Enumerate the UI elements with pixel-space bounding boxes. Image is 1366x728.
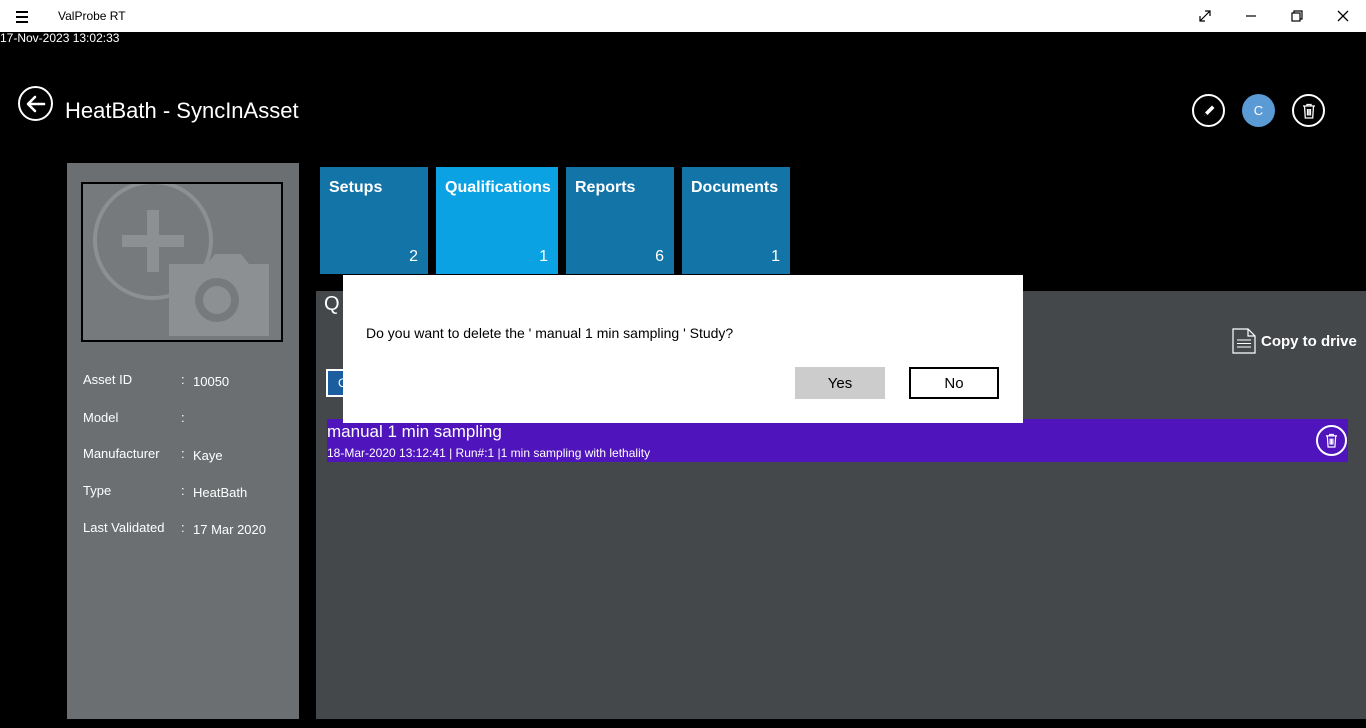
study-list-item[interactable]: manual 1 min sampling 18-Mar-2020 13:12:… <box>327 419 1348 462</box>
last-validated-value: 17 Mar 2020 <box>193 522 266 537</box>
dialog-message: Do you want to delete the ' manual 1 min… <box>366 325 734 341</box>
delete-confirm-dialog: Do you want to delete the ' manual 1 min… <box>343 275 1023 423</box>
tile-label: Setups <box>329 179 383 196</box>
close-icon[interactable] <box>1320 0 1366 32</box>
page-title: HeatBath - SyncInAsset <box>65 98 299 123</box>
manufacturer-label: Manufacturer <box>83 446 160 461</box>
tile-qualifications[interactable]: Qualifications 1 <box>436 167 558 274</box>
user-avatar[interactable]: C <box>1242 94 1275 127</box>
asset-id-label: Asset ID <box>83 372 133 387</box>
tile-label: Reports <box>575 179 636 196</box>
delete-asset-button[interactable] <box>1292 94 1325 127</box>
section-heading: Q <box>324 293 340 315</box>
study-meta: 18-Mar-2020 13:12:41 | Run#:1 |1 min sam… <box>327 446 651 460</box>
tile-count: 6 <box>655 248 664 265</box>
type-label: Type <box>83 483 112 498</box>
hamburger-icon[interactable] <box>14 8 32 24</box>
timestamp: 17-Nov-2023 13:02:33 <box>0 31 120 45</box>
tile-reports[interactable]: Reports 6 <box>566 167 674 274</box>
delete-study-button[interactable] <box>1316 425 1347 456</box>
minimize-icon[interactable] <box>1228 0 1274 32</box>
tile-label: Qualifications <box>445 179 551 196</box>
restore-icon[interactable] <box>1274 0 1320 32</box>
tile-label: Documents <box>691 179 779 196</box>
tile-count: 1 <box>539 248 548 265</box>
model-label: Model <box>83 410 119 425</box>
tile-setups[interactable]: Setups 2 <box>320 167 428 274</box>
trash-icon <box>1302 103 1315 119</box>
copy-to-drive-button[interactable]: Copy to drive <box>1232 328 1357 354</box>
pencil-icon <box>1203 105 1214 116</box>
edit-button[interactable] <box>1192 94 1225 127</box>
title-bar: ValProbe RT <box>0 0 1366 32</box>
app-title: ValProbe RT <box>58 9 126 23</box>
last-validated-label: Last Validated <box>83 520 165 535</box>
manufacturer-value: Kaye <box>193 448 223 463</box>
yes-button[interactable]: Yes <box>795 367 885 399</box>
document-icon <box>1232 328 1256 354</box>
back-button[interactable] <box>18 86 53 121</box>
copy-to-drive-label: Copy to drive <box>1261 332 1357 350</box>
tile-count: 1 <box>771 248 780 265</box>
back-arrow-icon <box>26 95 45 112</box>
add-photo-icon <box>93 184 269 336</box>
asset-panel: Asset ID : 10050 Model : Manufacturer : … <box>67 163 299 719</box>
asset-id-value: 10050 <box>193 374 230 389</box>
tile-count: 2 <box>409 248 418 265</box>
trash-icon <box>1325 433 1338 448</box>
no-button[interactable]: No <box>909 367 999 399</box>
asset-photo[interactable] <box>81 182 283 342</box>
tile-documents[interactable]: Documents 1 <box>682 167 790 274</box>
type-value: HeatBath <box>193 485 248 500</box>
study-name: manual 1 min sampling <box>327 422 502 441</box>
expand-icon[interactable] <box>1182 0 1228 32</box>
